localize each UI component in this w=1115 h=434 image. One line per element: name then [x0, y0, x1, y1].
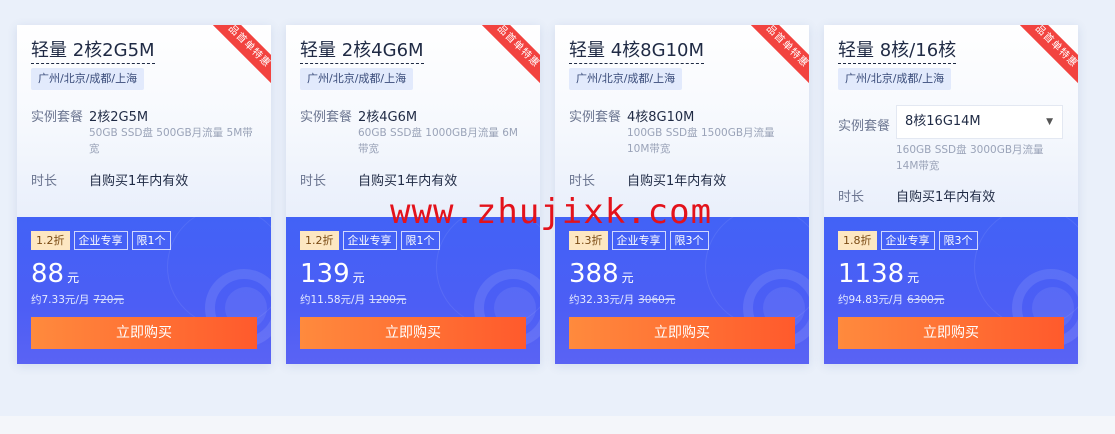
price: 1138 元	[838, 259, 919, 293]
price-unit: 元	[352, 271, 365, 285]
plan-title[interactable]: 轻量 2核4G6M	[300, 40, 424, 64]
region-badge: 广州/北京/成都/上海	[31, 68, 145, 90]
limit-badge: 限3个	[669, 231, 709, 250]
region-badge: 广州/北京/成都/上海	[569, 68, 683, 90]
region-badge: 广州/北京/成都/上海	[300, 68, 414, 90]
spec-label: 实例套餐	[838, 119, 891, 134]
original-price: 1200元	[369, 294, 407, 306]
price-unit: 元	[621, 271, 634, 285]
spec-label: 实例套餐	[31, 110, 84, 125]
spec-select[interactable]: 8核16G14M ▼	[896, 105, 1063, 139]
card-price-section: 1.2折 企业专享 限1个 88 元 约7.33元/月 720元 立即购买	[17, 217, 271, 364]
card-price-section: 1.3折 企业专享 限3个 388 元 约32.33元/月 3060元 立即购买	[555, 217, 809, 364]
tag-row: 1.3折 企业专享 限3个	[569, 231, 709, 250]
price-amount: 1138	[838, 259, 905, 289]
watermark-text: www.zhujixk.com	[390, 192, 713, 232]
card-info-section: 产品首单特惠 轻量 2核4G6M 广州/北京/成都/上海 实例套餐 2核4G6M…	[286, 25, 540, 217]
pricing-card: 产品首单特惠 轻量 2核2G5M 广州/北京/成都/上海 实例套餐 2核2G5M…	[17, 25, 271, 364]
price-unit: 元	[907, 271, 920, 285]
card-price-section: 1.2折 企业专享 限1个 139 元 约11.58元/月 1200元 立即购买	[286, 217, 540, 364]
monthly-price: 约94.83元/月	[838, 294, 904, 306]
buy-now-button[interactable]: 立即购买	[838, 317, 1064, 349]
original-price: 720元	[93, 294, 124, 306]
discount-badge: 1.8折	[838, 231, 877, 250]
tag-row: 1.2折 企业专享 限1个	[300, 231, 440, 250]
price-amount: 139	[300, 259, 350, 289]
original-price: 3060元	[638, 294, 676, 306]
price: 139 元	[300, 259, 365, 293]
enterprise-badge: 企业专享	[342, 231, 397, 250]
caret-down-icon: ▼	[1046, 117, 1053, 127]
region-badge: 广州/北京/成都/上海	[838, 68, 952, 90]
price: 88 元	[31, 259, 79, 293]
promo-ribbon: 产品首单特惠	[201, 25, 271, 87]
duration-label: 时长	[838, 190, 865, 205]
card-price-section: 1.8折 企业专享 限3个 1138 元 约94.83元/月 6300元 立即购买	[824, 217, 1078, 364]
monthly-price-line: 约11.58元/月 1200元	[300, 292, 406, 307]
limit-badge: 限3个	[938, 231, 978, 250]
buy-now-button[interactable]: 立即购买	[31, 317, 257, 349]
price-unit: 元	[67, 271, 80, 285]
discount-badge: 1.2折	[31, 231, 70, 250]
spec-value: 4核8G10M	[627, 110, 695, 125]
price: 388 元	[569, 259, 634, 293]
spec-value: 2核2G5M	[89, 110, 149, 125]
card-info-section: 产品首单特惠 轻量 4核8G10M 广州/北京/成都/上海 实例套餐 4核8G1…	[555, 25, 809, 217]
spec-label: 实例套餐	[569, 110, 622, 125]
card-info-section: 产品首单特惠 轻量 2核2G5M 广州/北京/成都/上海 实例套餐 2核2G5M…	[17, 25, 271, 217]
duration-label: 时长	[300, 174, 327, 189]
page-footer-band	[0, 416, 1115, 434]
duration-label: 时长	[31, 174, 58, 189]
spec-description: 100GB SSD盘 1500GB月流量 10M带宽	[627, 127, 775, 155]
duration-value: 自购买1年内有效	[358, 174, 458, 189]
enterprise-badge: 企业专享	[611, 231, 666, 250]
spec-description: 60GB SSD盘 1000GB月流量 6M带宽	[358, 127, 518, 155]
promo-ribbon: 产品首单特惠	[470, 25, 540, 87]
monthly-price: 约32.33元/月	[569, 294, 635, 306]
card-info-section: 产品首单特惠 轻量 8核/16核 广州/北京/成都/上海 实例套餐 8核16G1…	[824, 25, 1078, 217]
buy-now-button[interactable]: 立即购买	[569, 317, 795, 349]
buy-now-button[interactable]: 立即购买	[300, 317, 526, 349]
pricing-card: 产品首单特惠 轻量 8核/16核 广州/北京/成都/上海 实例套餐 8核16G1…	[824, 25, 1078, 364]
price-amount: 88	[31, 259, 65, 289]
limit-badge: 限1个	[131, 231, 171, 250]
spec-select-value: 8核16G14M	[905, 114, 981, 129]
spec-description: 160GB SSD盘 3000GB月流量 14M带宽	[896, 144, 1044, 172]
original-price: 6300元	[907, 294, 945, 306]
plan-title[interactable]: 轻量 2核2G5M	[31, 40, 155, 64]
promo-ribbon: 产品首单特惠	[739, 25, 809, 87]
spec-label: 实例套餐	[300, 110, 353, 125]
plan-title[interactable]: 轻量 4核8G10M	[569, 40, 705, 64]
monthly-price-line: 约32.33元/月 3060元	[569, 292, 675, 307]
enterprise-badge: 企业专享	[73, 231, 128, 250]
duration-value: 自购买1年内有效	[896, 190, 996, 205]
monthly-price-line: 约7.33元/月 720元	[31, 292, 124, 307]
enterprise-badge: 企业专享	[880, 231, 935, 250]
plan-title[interactable]: 轻量 8核/16核	[838, 40, 957, 64]
tag-row: 1.2折 企业专享 限1个	[31, 231, 171, 250]
duration-value: 自购买1年内有效	[89, 174, 189, 189]
monthly-price-line: 约94.83元/月 6300元	[838, 292, 944, 307]
spec-value: 2核4G6M	[358, 110, 418, 125]
limit-badge: 限1个	[400, 231, 440, 250]
duration-value: 自购买1年内有效	[627, 174, 727, 189]
monthly-price: 约7.33元/月	[31, 294, 90, 306]
discount-badge: 1.3折	[569, 231, 608, 250]
promo-ribbon: 产品首单特惠	[1008, 25, 1078, 87]
price-amount: 388	[569, 259, 619, 289]
discount-badge: 1.2折	[300, 231, 339, 250]
tag-row: 1.8折 企业专享 限3个	[838, 231, 978, 250]
spec-description: 50GB SSD盘 500GB月流量 5M带宽	[89, 127, 253, 155]
duration-label: 时长	[569, 174, 596, 189]
monthly-price: 约11.58元/月	[300, 294, 366, 306]
